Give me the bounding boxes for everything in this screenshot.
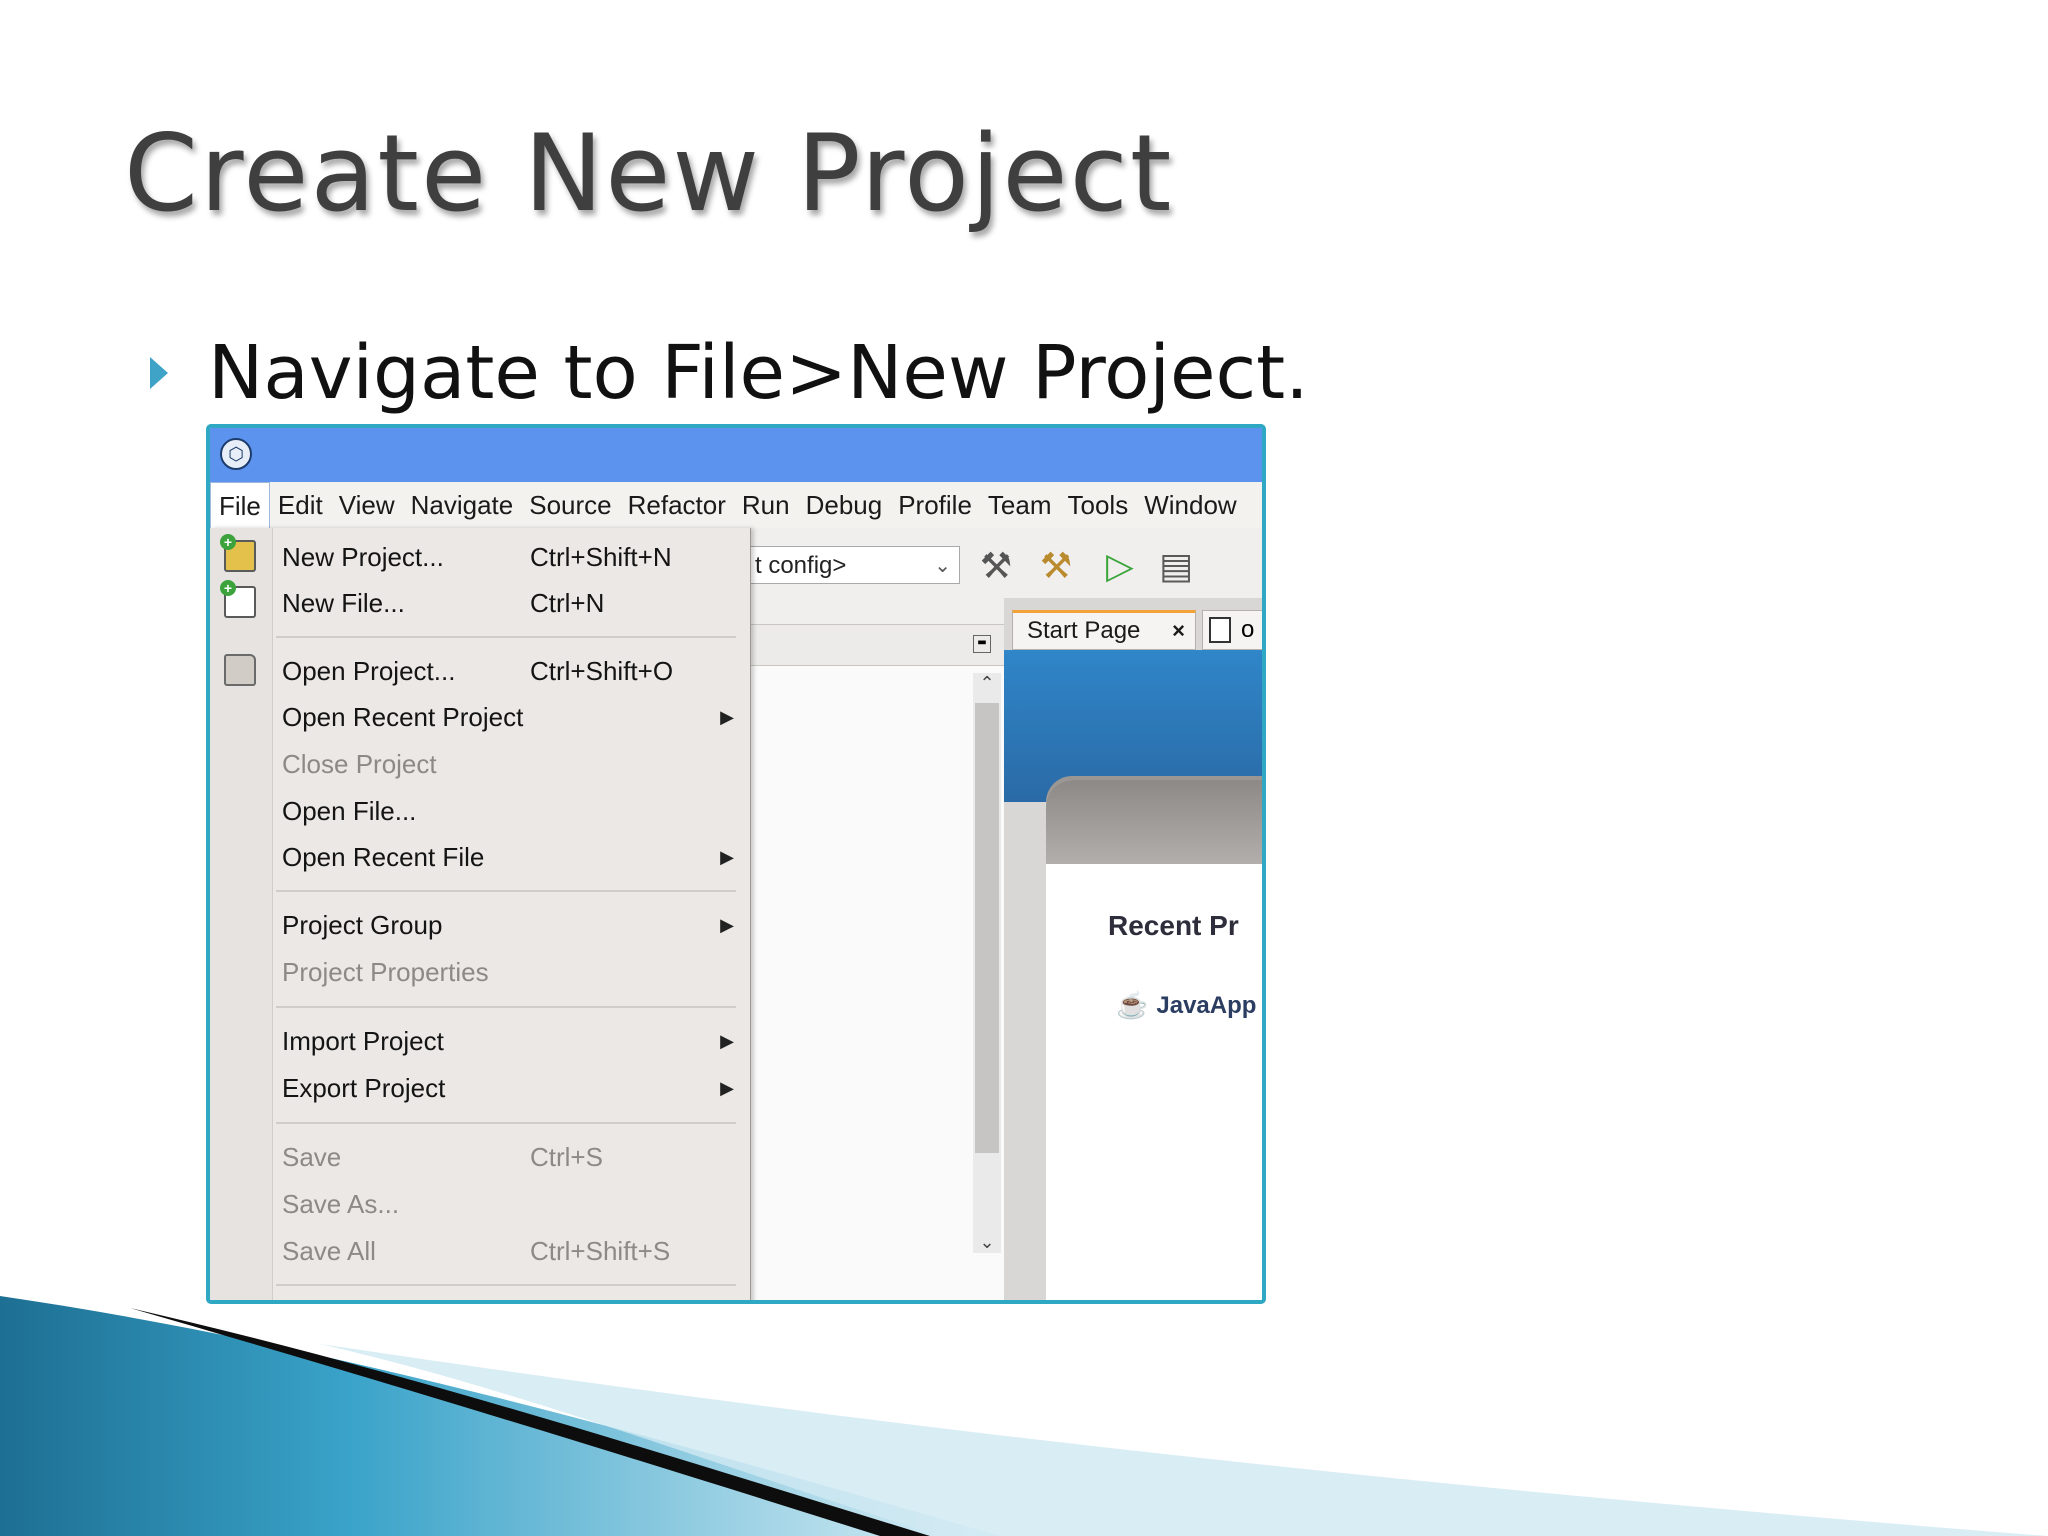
toolbar: t config> ⌄ ⚒ ⚒ ▷ ▤ [750,528,1262,600]
menu-item-label: Project Properties [282,957,489,987]
chevron-up-icon[interactable]: ⌃ [973,673,1001,694]
panel-header: ▬ [751,625,1005,666]
menu-debug[interactable]: Debug [798,482,891,528]
minimize-icon[interactable]: ▬ [973,635,991,653]
submenu-arrow-icon: ▶ [720,915,734,935]
file-menu-dropdown: + New Project... Ctrl+Shift+N + New File… [210,528,751,1300]
menu-source[interactable]: Source [521,482,619,528]
menu-item-label: Save [282,1142,342,1172]
menu-separator [276,890,736,892]
menu-item-label: New File... [282,588,405,618]
window-titlebar: ⬡ [210,428,1262,482]
menu-item-save-all: Save All Ctrl+Shift+S [272,1228,742,1274]
menu-separator [276,1006,736,1008]
scroll-thumb[interactable] [975,703,999,1153]
menu-refactor[interactable]: Refactor [620,482,734,528]
menu-item-label: New Project... [282,542,444,572]
recent-projects-title: Recent Pr [1108,910,1239,941]
config-select-value: t config> [755,552,847,579]
menu-item-label: Export Project [282,1073,446,1103]
ide-screenshot: ⬡ File Edit View Navigate Source Refacto… [206,424,1266,1304]
menu-team[interactable]: Team [980,482,1060,528]
menu-item-shortcut: Ctrl+Shift+N [530,542,672,572]
menu-edit[interactable]: Edit [270,482,331,528]
card-header: L [1046,780,1262,864]
menu-icon-gutter [210,528,273,1300]
menu-file[interactable]: File [210,482,270,528]
menu-item-close-project: Close Project [272,741,742,787]
menu-tools[interactable]: Tools [1060,482,1137,528]
menu-bar: File Edit View Navigate Source Refactor … [210,482,1262,529]
menu-item-project-properties: Project Properties [272,949,742,995]
menu-item-label: Open Recent Project [282,702,524,732]
new-file-icon: + [220,580,256,618]
menu-separator [276,636,736,638]
menu-separator [276,1122,736,1124]
open-project-folder-icon [224,654,256,686]
start-page-card: L Recent Pr ☕ JavaApp [1046,780,1262,1300]
submenu-arrow-icon: ▶ [720,1078,734,1098]
menu-navigate[interactable]: Navigate [403,482,522,528]
clean-build-icon[interactable]: ⚒ [1034,542,1078,590]
menu-profile[interactable]: Profile [890,482,980,528]
menu-item-label: Open Project... [282,656,456,686]
tab-start-page-label: Start Page [1027,617,1141,644]
menu-item-shortcut: Ctrl+N [530,588,605,618]
menu-view[interactable]: View [331,482,403,528]
chevron-down-icon[interactable]: ⌄ [973,1232,1001,1253]
recent-project-label: JavaApp [1156,991,1257,1019]
menu-item-save-as: Save As... [272,1181,742,1227]
editor-area: Start Page × o L Recent Pr ☕ JavaApp [1004,598,1262,1300]
menu-item-label: Open File... [282,796,417,826]
tab-other-label: o [1241,616,1255,643]
menu-item-import-project[interactable]: Import Project ▶ [272,1018,742,1064]
bullet-text: Navigate to File>New Project. [208,330,1309,416]
tab-start-page[interactable]: Start Page × [1012,610,1196,650]
menu-item-shortcut: Ctrl+Shift+O [530,656,674,686]
menu-item-label: Save All [282,1236,376,1266]
menu-item-open-recent-project[interactable]: Open Recent Project ▶ [272,694,742,740]
java-cup-icon: ☕ [1116,990,1149,1020]
submenu-arrow-icon: ▶ [720,847,734,867]
decorative-wave [0,1296,2048,1536]
submenu-arrow-icon: ▶ [720,707,734,727]
vertical-scrollbar[interactable]: ⌃ ⌄ [973,673,1001,1253]
close-icon[interactable]: × [1172,613,1185,649]
menu-item-label: Save As... [282,1189,400,1219]
menu-window[interactable]: Window [1136,482,1244,528]
menu-item-label: Close Project [282,749,437,779]
menu-item-project-group[interactable]: Project Group ▶ [272,902,742,948]
projects-panel: ▬ ⌃ ⌄ [750,624,1006,1300]
menu-item-shortcut: Ctrl+S [530,1142,603,1172]
menu-run[interactable]: Run [734,482,798,528]
menu-item-open-file[interactable]: Open File... [272,788,742,834]
document-icon [1209,617,1231,643]
build-hammer-icon[interactable]: ⚒ [974,542,1018,590]
slide-title: Create New Project [124,112,1174,235]
menu-item-open-project[interactable]: Open Project... Ctrl+Shift+O [272,648,742,694]
recent-project-link[interactable]: ☕ JavaApp [1116,990,1256,1021]
menu-item-new-file[interactable]: New File... Ctrl+N [272,580,742,626]
new-project-icon: + [220,534,256,572]
run-play-icon[interactable]: ▷ [1098,542,1142,590]
menu-item-shortcut: Ctrl+Shift+S [530,1236,671,1266]
tab-other[interactable]: o [1202,610,1262,650]
netbeans-cube-icon[interactable]: ⬡ [220,438,252,470]
menu-item-label: Project Group [282,910,443,940]
config-select[interactable]: t config> ⌄ [750,546,960,584]
bullet-point: Navigate to File>New Project. [150,336,1309,410]
menu-item-save: Save Ctrl+S [272,1134,742,1180]
submenu-arrow-icon: ▶ [720,1031,734,1051]
triangle-bullet-icon [150,357,168,389]
menu-item-label: Open Recent File [282,842,485,872]
chevron-down-icon: ⌄ [934,555,951,577]
menu-item-open-recent-file[interactable]: Open Recent File ▶ [272,834,742,880]
menu-item-label: Import Project [282,1026,444,1056]
menu-item-new-project[interactable]: New Project... Ctrl+Shift+N [272,534,742,580]
debug-run-icon[interactable]: ▤ [1154,542,1198,590]
menu-item-export-project[interactable]: Export Project ▶ [272,1065,742,1111]
